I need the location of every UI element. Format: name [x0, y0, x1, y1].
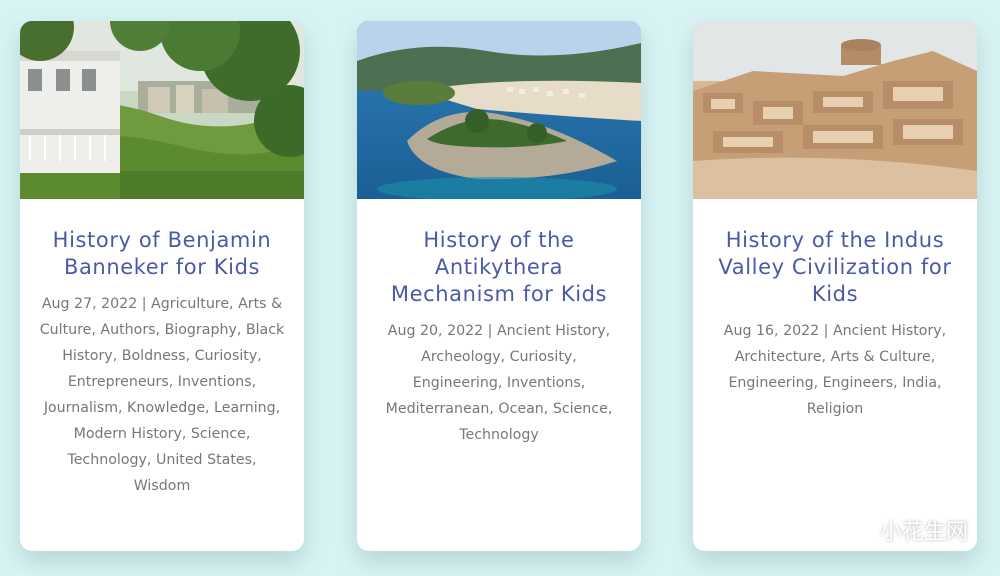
post-card-antikythera-mechanism[interactable]: History of the Antikythera Mechanism for…: [357, 21, 641, 551]
wechat-icon: [843, 517, 874, 543]
post-card-benjamin-banneker[interactable]: History of Benjamin Banneker for Kids Au…: [20, 21, 304, 551]
post-thumbnail-island-coast[interactable]: [357, 21, 641, 199]
post-title[interactable]: History of the Indus Valley Civilization…: [711, 227, 959, 308]
post-title[interactable]: History of the Antikythera Mechanism for…: [375, 227, 623, 308]
post-meta: Aug 20, 2022 | Ancient History, Archeolo…: [385, 323, 613, 443]
post-title[interactable]: History of Benjamin Banneker for Kids: [38, 227, 286, 281]
post-meta: Aug 16, 2022 | Ancient History, Architec…: [723, 323, 947, 417]
watermark-text: 小花生网: [879, 520, 968, 545]
post-card-indus-valley[interactable]: History of the Indus Valley Civilization…: [693, 21, 977, 551]
post-thumbnail-ruins[interactable]: [693, 21, 977, 199]
watermark: 小花生网: [843, 514, 968, 546]
post-thumbnail-house-landscape[interactable]: [20, 21, 304, 199]
post-meta: Aug 27, 2022 | Agriculture, Arts & Cultu…: [39, 296, 285, 494]
